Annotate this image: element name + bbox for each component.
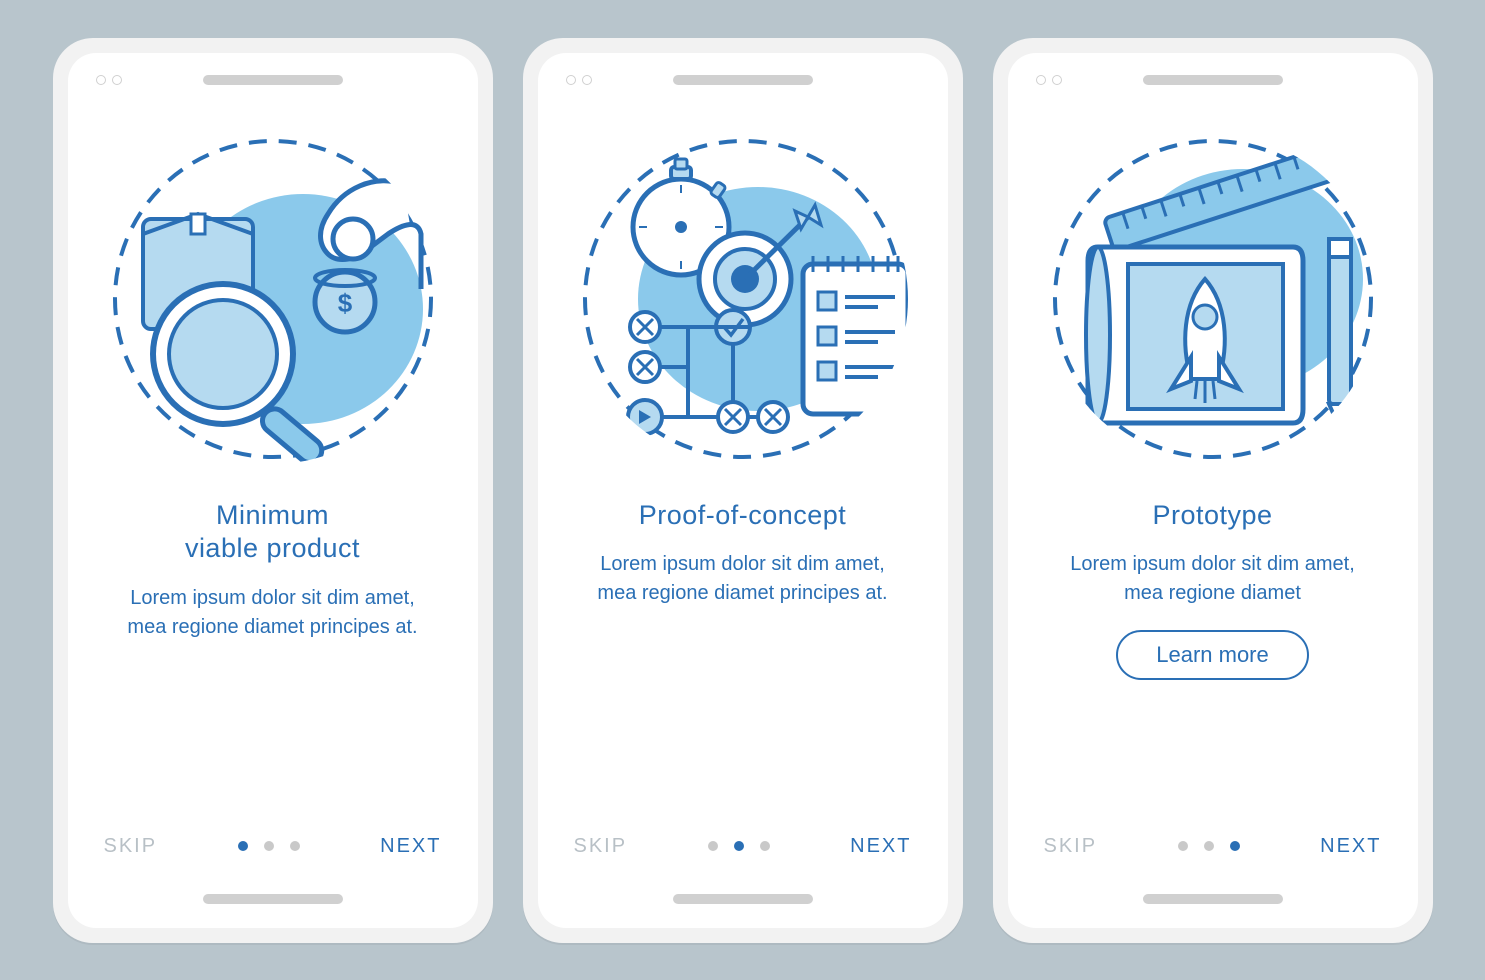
pager-dot[interactable]: [1204, 841, 1214, 851]
prototype-illustration: [1043, 129, 1383, 469]
pager-dot[interactable]: [760, 841, 770, 851]
speaker-icon: [1143, 75, 1283, 85]
pager-dot[interactable]: [1230, 841, 1240, 851]
home-indicator-icon: [1143, 894, 1283, 904]
status-dot: [1036, 75, 1046, 85]
checklist-icon: [803, 256, 908, 414]
footer-nav: SKIP NEXT: [68, 835, 478, 858]
screen-body: Lorem ipsum dolor sit dim amet, mea regi…: [68, 584, 478, 642]
status-bar: [1008, 75, 1418, 85]
mvp-illustration: $: [103, 129, 443, 469]
pager-dot[interactable]: [734, 841, 744, 851]
next-button[interactable]: NEXT: [850, 835, 911, 858]
svg-text:$: $: [337, 288, 352, 318]
home-indicator-icon: [673, 894, 813, 904]
footer-nav: SKIP NEXT: [538, 835, 948, 858]
status-dot: [1052, 75, 1062, 85]
footer-nav: SKIP NEXT: [1008, 835, 1418, 858]
status-dot: [96, 75, 106, 85]
pager: [1178, 841, 1240, 851]
pager: [708, 841, 770, 851]
phone-mockup-1: $ Minimum viable product Lorem ipsum dol…: [53, 38, 493, 943]
skip-button[interactable]: SKIP: [1044, 835, 1098, 858]
screen-title: Prototype: [1112, 499, 1312, 533]
next-button[interactable]: NEXT: [380, 835, 441, 858]
phone-mockup-3: Prototype Lorem ipsum dolor sit dim amet…: [993, 38, 1433, 943]
learn-more-button[interactable]: Learn more: [1116, 630, 1309, 680]
pager: [238, 841, 300, 851]
pager-dot[interactable]: [238, 841, 248, 851]
status-dot: [112, 75, 122, 85]
status-dot: [582, 75, 592, 85]
screen-1: $ Minimum viable product Lorem ipsum dol…: [68, 53, 478, 928]
skip-button[interactable]: SKIP: [104, 835, 158, 858]
home-indicator-icon: [203, 894, 343, 904]
screen-body: Lorem ipsum dolor sit dim amet, mea regi…: [1008, 550, 1418, 608]
status-bar: [538, 75, 948, 85]
status-dots: [96, 75, 122, 85]
speaker-icon: [673, 75, 813, 85]
status-bar: [68, 75, 478, 85]
pager-dot[interactable]: [1178, 841, 1188, 851]
pencil-icon: [1329, 239, 1351, 429]
status-dot: [566, 75, 576, 85]
phone-mockup-2: Proof-of-concept Lorem ipsum dolor sit d…: [523, 38, 963, 943]
skip-button[interactable]: SKIP: [574, 835, 628, 858]
screen-2: Proof-of-concept Lorem ipsum dolor sit d…: [538, 53, 948, 928]
status-dots: [1036, 75, 1062, 85]
speaker-icon: [203, 75, 343, 85]
screen-title: Proof-of-concept: [599, 499, 887, 533]
pager-dot[interactable]: [264, 841, 274, 851]
pager-dot[interactable]: [708, 841, 718, 851]
blueprint-icon: [1086, 247, 1303, 423]
screen-3: Prototype Lorem ipsum dolor sit dim amet…: [1008, 53, 1418, 928]
screen-title: Minimum viable product: [145, 499, 400, 567]
screen-body: Lorem ipsum dolor sit dim amet, mea regi…: [538, 550, 948, 608]
pager-dot[interactable]: [290, 841, 300, 851]
next-button[interactable]: NEXT: [1320, 835, 1381, 858]
status-dots: [566, 75, 592, 85]
poc-illustration: [573, 129, 913, 469]
